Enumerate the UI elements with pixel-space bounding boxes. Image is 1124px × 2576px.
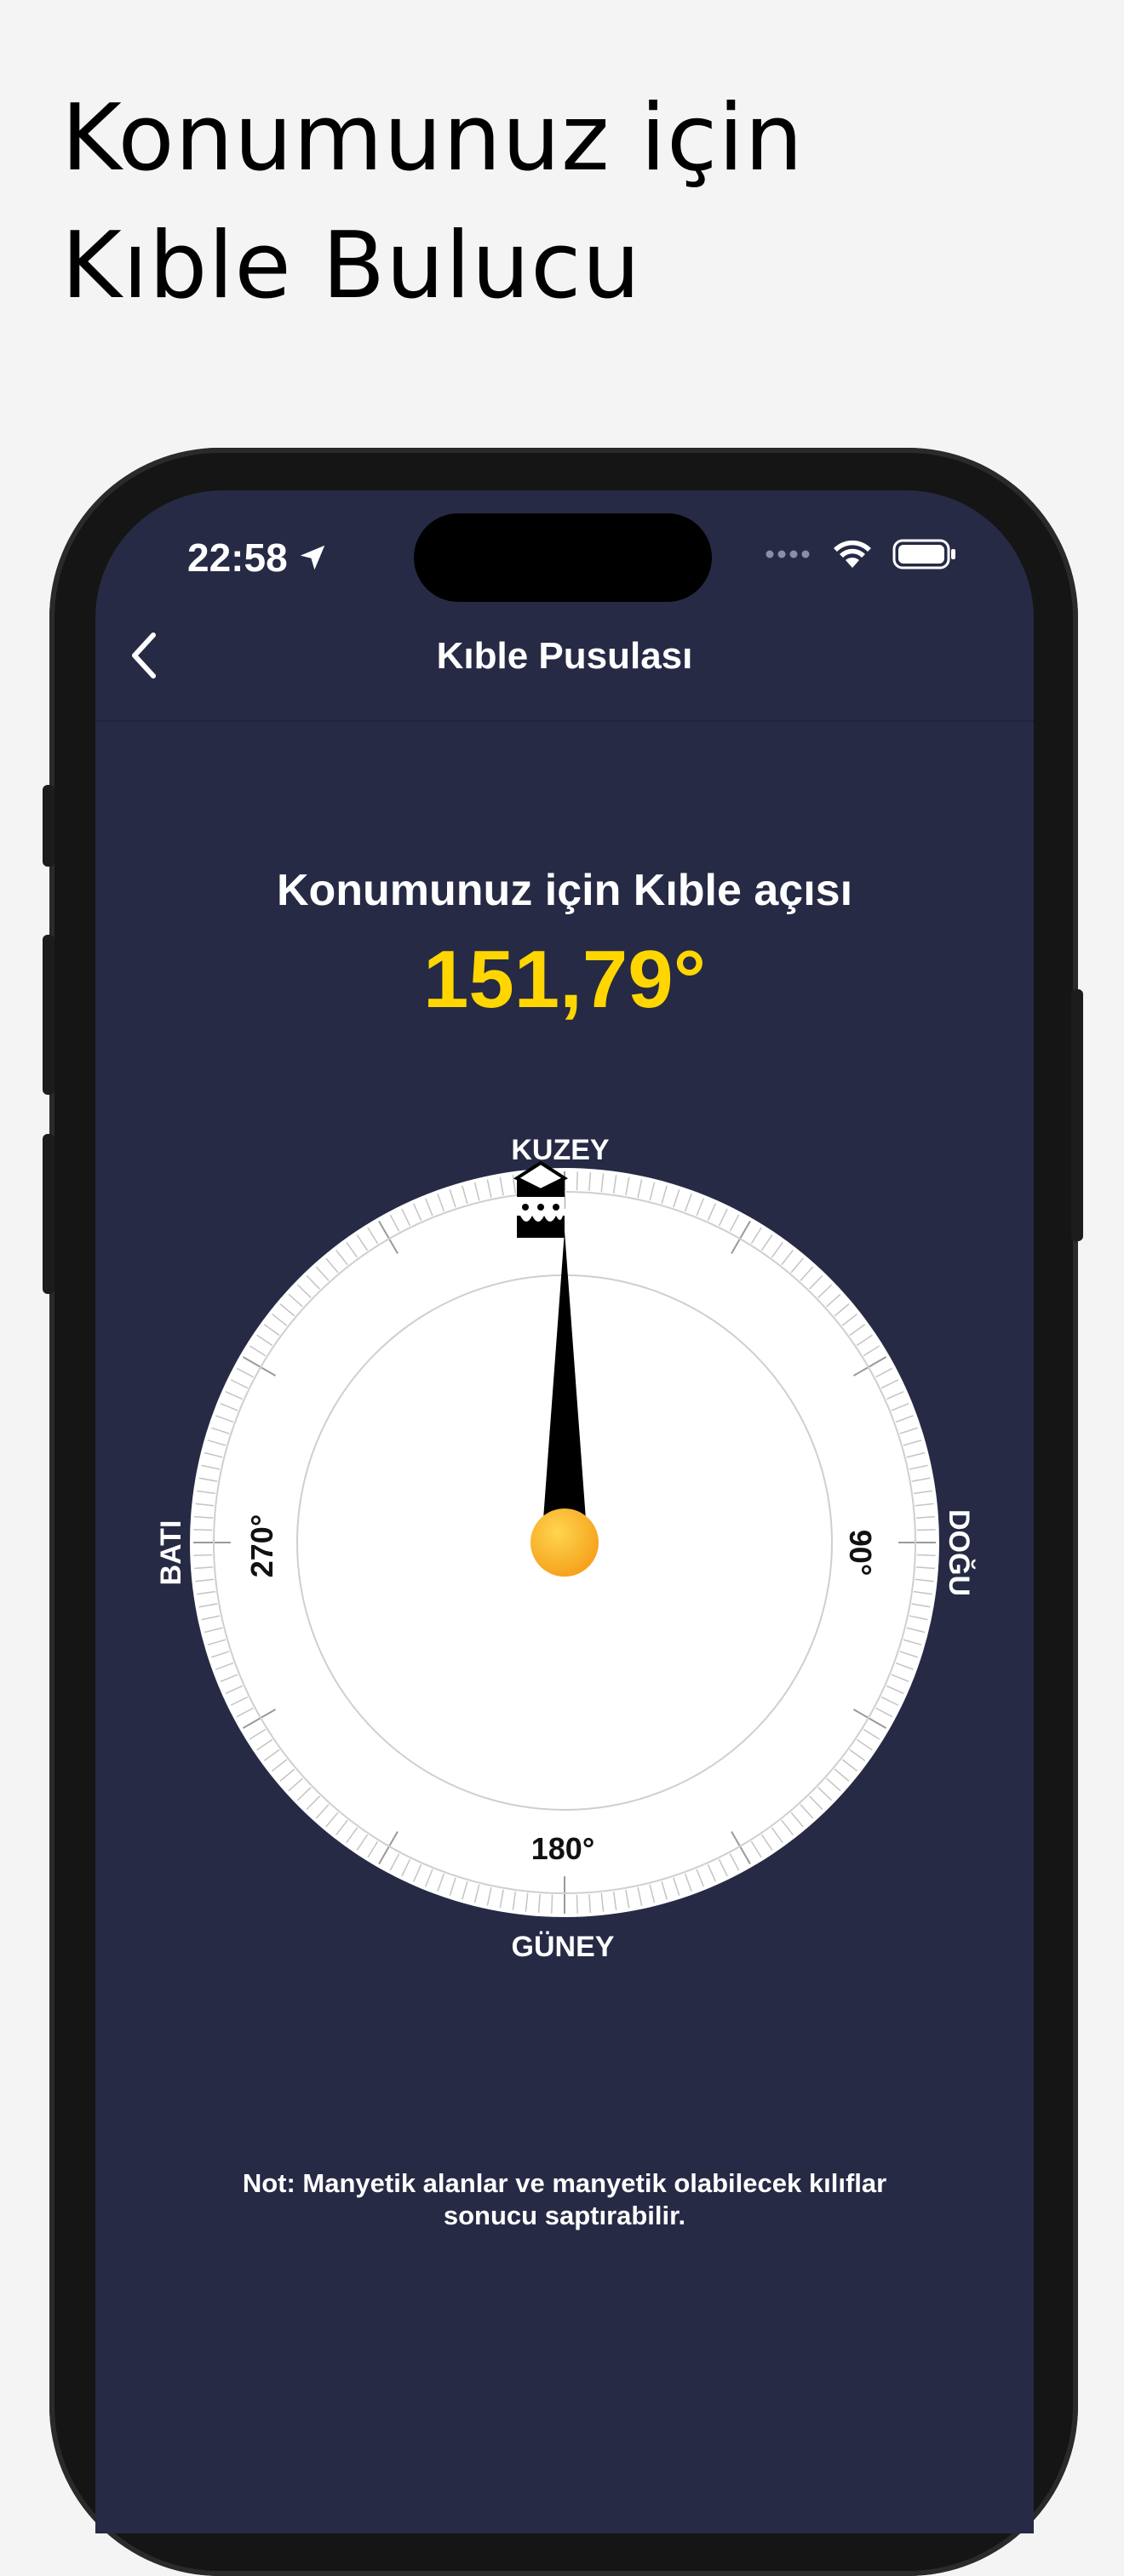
compass-tick xyxy=(576,1894,578,1914)
degree-south: 180° xyxy=(531,1831,594,1866)
magnetic-warning-note: Not: Manyetik alanlar ve manyetik olabil… xyxy=(242,2168,887,2230)
needle-hub xyxy=(530,1508,599,1577)
cardinal-west: BATI xyxy=(155,1520,187,1586)
cardinal-south: GÜNEY xyxy=(512,1931,615,1963)
compass-tick xyxy=(551,1894,553,1914)
compass-tick xyxy=(576,1171,578,1191)
volume-down-button xyxy=(43,1134,54,1294)
compass-tick xyxy=(916,1529,936,1531)
headline: Konumunuz için Kıble Bulucu xyxy=(61,75,804,330)
compass-tick xyxy=(916,1554,936,1556)
action-button xyxy=(43,785,54,867)
power-button xyxy=(1071,989,1083,1241)
degree-west: 270° xyxy=(244,1514,279,1577)
headline-line-2: Kıble Bulucu xyxy=(61,213,641,319)
compass-tick xyxy=(193,1554,213,1556)
cardinal-north: KUZEY xyxy=(511,1134,610,1166)
cardinal-east: DOĞU xyxy=(943,1509,975,1596)
headline-line-1: Konumunuz için xyxy=(61,85,804,192)
compass-tick xyxy=(193,1529,213,1531)
volume-up-button xyxy=(43,935,54,1095)
kaaba-icon xyxy=(513,1160,569,1238)
app-screen: 22:58 Kıble Pusulası Konumunuz için Kıbl xyxy=(95,490,1034,2533)
degree-east: 90° xyxy=(843,1530,878,1576)
